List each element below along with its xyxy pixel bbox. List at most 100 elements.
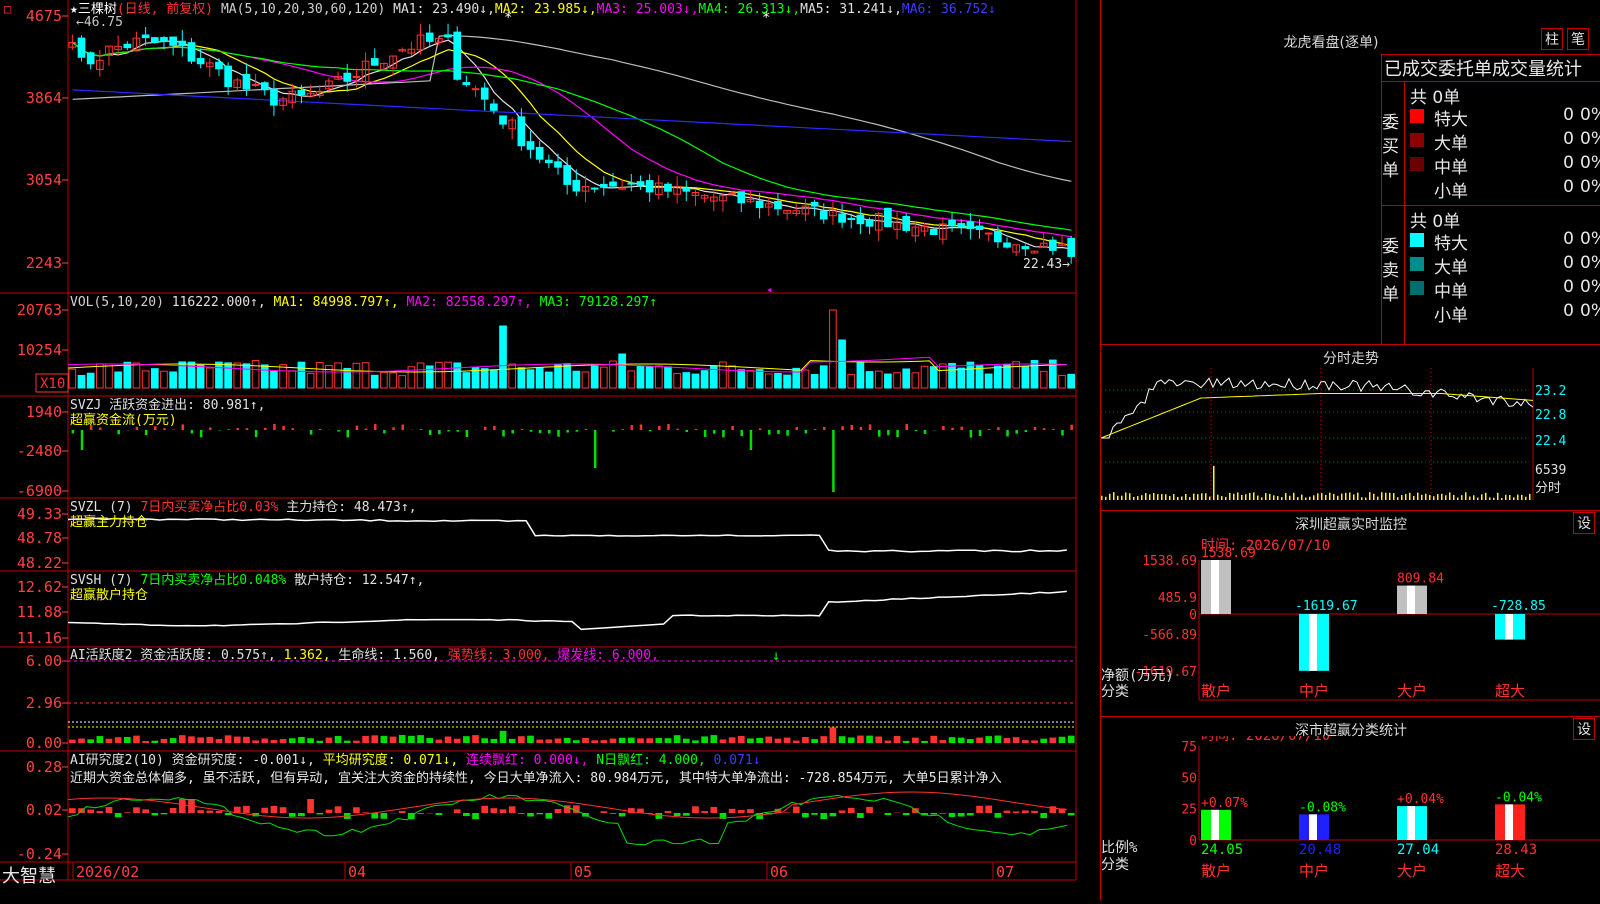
row-percent: 0% bbox=[1580, 301, 1600, 321]
intraday-vol-bar bbox=[1497, 493, 1499, 500]
intraday-vol-bar bbox=[1225, 497, 1227, 500]
high-marker-label: ←46.75 bbox=[76, 15, 123, 30]
fund-flow-bar bbox=[777, 430, 780, 434]
activity-bar bbox=[472, 735, 479, 743]
intraday-vol-bar bbox=[1213, 466, 1215, 500]
volume-bar bbox=[747, 370, 754, 388]
price-tick-label: 4675 bbox=[26, 7, 62, 25]
fund-flow-bar bbox=[117, 430, 120, 434]
volume-bar bbox=[692, 374, 699, 388]
research-bar bbox=[142, 809, 149, 813]
intraday-vol-bar bbox=[1381, 492, 1383, 500]
tick-mode-button[interactable]: 笔 bbox=[1567, 28, 1589, 50]
fund-flow-bar bbox=[282, 426, 285, 430]
activity-bar bbox=[1059, 737, 1066, 743]
color-swatch bbox=[1410, 181, 1424, 195]
activity-bar bbox=[866, 736, 873, 743]
activity-bar bbox=[500, 731, 507, 743]
candle-body bbox=[903, 217, 910, 231]
candle-body bbox=[243, 74, 250, 88]
intraday-chart[interactable]: 23.222.822.46539分时 bbox=[1101, 368, 1600, 518]
volume-bar bbox=[655, 366, 662, 388]
monitor-category-label: 分类 bbox=[1101, 684, 1129, 700]
intraday-vol-bar bbox=[1165, 494, 1167, 500]
fund-flow-bar bbox=[649, 430, 652, 431]
activity-bar bbox=[1004, 738, 1011, 743]
fund-flow-bar bbox=[988, 429, 991, 430]
volume-bar bbox=[903, 369, 910, 388]
activity-bar bbox=[408, 736, 415, 743]
fund-flow-bar bbox=[796, 427, 799, 430]
candle-body bbox=[78, 38, 85, 57]
monitor-category: 大户 bbox=[1397, 682, 1427, 700]
research-bar bbox=[655, 813, 662, 819]
activity-bar bbox=[1031, 740, 1038, 743]
research-bar bbox=[600, 811, 607, 813]
candle-body bbox=[1004, 243, 1011, 247]
fund-flow-bar bbox=[227, 429, 230, 430]
intraday-vol-bar bbox=[1317, 493, 1319, 500]
candle-body bbox=[142, 35, 149, 38]
intraday-vol-bar bbox=[1141, 495, 1143, 500]
candle-body bbox=[976, 226, 983, 229]
intraday-vol-bar bbox=[1169, 496, 1171, 500]
research-bar bbox=[1013, 811, 1020, 813]
activity-bar bbox=[949, 737, 956, 743]
ai1-tick-label: 2.96 bbox=[26, 694, 62, 712]
research-bar bbox=[985, 806, 992, 813]
research-bar bbox=[454, 809, 461, 813]
intraday-vol-bar bbox=[1449, 492, 1451, 500]
activity-bar bbox=[179, 735, 186, 743]
class-bar-highlight bbox=[1407, 806, 1415, 840]
intraday-vol-bar bbox=[1389, 493, 1391, 500]
activity-bar bbox=[793, 741, 800, 743]
fund-flow-bar bbox=[759, 428, 762, 430]
kline-chart-area[interactable]: 467538643054224320763102541940-2480-6900… bbox=[0, 0, 1100, 900]
research-bar bbox=[96, 811, 103, 813]
candle-body bbox=[756, 201, 763, 207]
activity-bar bbox=[161, 739, 168, 743]
ai-comment-text: 近期大资金总体偏多, 虽不活跃, 但有异动, 宜关注大资金的持续性, 今日大单净… bbox=[70, 770, 1002, 786]
volume-bar bbox=[775, 374, 782, 388]
signal-star: * bbox=[504, 10, 512, 26]
intraday-vol-bar bbox=[1365, 498, 1367, 500]
volume-unit-label: X10 bbox=[40, 376, 65, 392]
legend-item: 116222.000↑, bbox=[172, 295, 266, 310]
monitor-settings-button[interactable]: 设 bbox=[1573, 512, 1595, 534]
intraday-vol-bar bbox=[1133, 497, 1135, 500]
price-tick-label: 2243 bbox=[26, 254, 62, 272]
kline-svg[interactable]: 467538643054224320763102541940-2480-6900… bbox=[0, 0, 1100, 900]
intraday-vol-bar bbox=[1425, 494, 1427, 500]
bar-mode-button[interactable]: 柱 bbox=[1541, 28, 1563, 50]
research-bar bbox=[307, 799, 314, 813]
intraday-vol-bar bbox=[1297, 497, 1299, 500]
ma-line-4 bbox=[73, 42, 1072, 230]
research-bar bbox=[362, 812, 369, 813]
low-marker-label: 22.43→ bbox=[1023, 257, 1070, 272]
fund-flow-bar bbox=[814, 429, 817, 430]
research-bar bbox=[271, 806, 278, 813]
fund-flow-bar bbox=[502, 430, 505, 437]
intraday-vol-bar bbox=[1485, 493, 1487, 500]
activity-bar bbox=[298, 737, 305, 743]
row-percent: 0% bbox=[1580, 153, 1600, 173]
research-bar bbox=[903, 813, 910, 815]
fund-flow-bar bbox=[878, 430, 881, 437]
ai2-tick-label: 0.02 bbox=[26, 801, 62, 819]
intraday-vol-bar bbox=[1265, 493, 1267, 500]
fund-flow-bar bbox=[420, 429, 423, 430]
intraday-price-line bbox=[1101, 378, 1533, 438]
class-bar-highlight bbox=[1211, 810, 1219, 840]
activity-bar bbox=[216, 739, 223, 743]
research-bar bbox=[106, 807, 113, 813]
research-bar bbox=[949, 813, 956, 817]
candle-body bbox=[1022, 247, 1029, 249]
volume-bar bbox=[885, 374, 892, 388]
monitor-tick: 485.9 bbox=[1158, 591, 1197, 606]
volume-bar bbox=[96, 364, 103, 388]
intraday-vol-bar bbox=[1349, 493, 1351, 500]
intraday-vol-bar bbox=[1149, 494, 1151, 500]
activity-bar bbox=[921, 741, 928, 743]
candle-body bbox=[454, 32, 461, 79]
candle-body bbox=[985, 233, 992, 234]
